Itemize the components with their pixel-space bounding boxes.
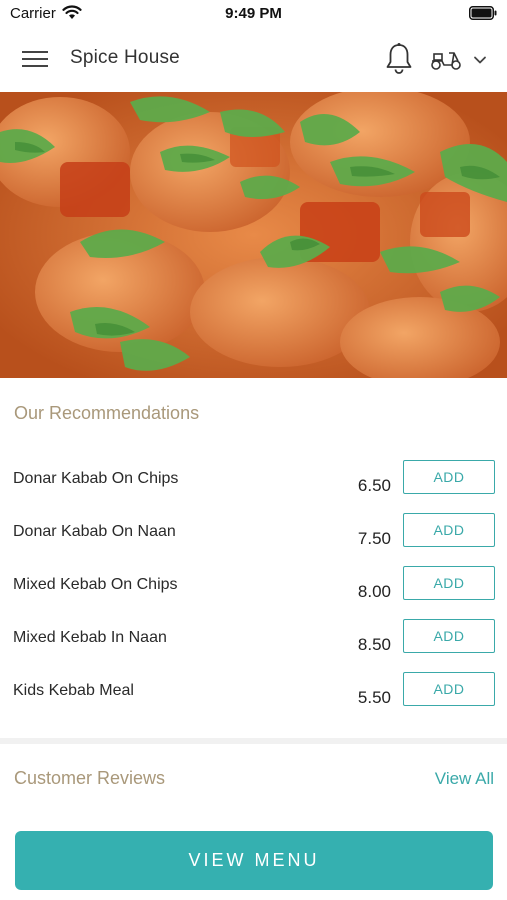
menu-item-row: Kids Kebab Meal 5.50 ADD	[0, 672, 507, 735]
item-price: 8.50	[357, 635, 391, 654]
status-time: 9:49 PM	[225, 5, 282, 22]
reviews-title: Customer Reviews	[14, 768, 166, 788]
item-name: Mixed Kebab In Naan	[13, 629, 167, 646]
item-price: 6.50	[357, 476, 391, 495]
recommendations-title: Our Recommendations	[14, 403, 200, 423]
item-price: 5.50	[357, 688, 391, 707]
battery-icon	[469, 6, 497, 20]
view-all-link[interactable]: View All	[435, 769, 494, 789]
page-title: Spice House	[70, 47, 180, 68]
add-button[interactable]: ADD	[403, 619, 495, 653]
bell-icon[interactable]	[384, 42, 414, 76]
status-bar: Carrier 9:49 PM	[0, 0, 507, 28]
section-divider	[0, 738, 507, 744]
hero-food-image	[0, 92, 507, 378]
item-price: 7.50	[357, 529, 391, 548]
scooter-icon[interactable]	[430, 46, 462, 72]
nav-bar: Spice House	[0, 28, 507, 92]
add-button[interactable]: ADD	[403, 460, 495, 494]
add-button[interactable]: ADD	[403, 672, 495, 706]
item-price: 8.00	[357, 582, 391, 601]
item-name: Donar Kabab On Naan	[13, 523, 176, 540]
add-button[interactable]: ADD	[403, 566, 495, 600]
item-name: Donar Kabab On Chips	[13, 470, 179, 487]
add-button[interactable]: ADD	[403, 513, 495, 547]
item-name: Kids Kebab Meal	[13, 682, 134, 699]
item-name: Mixed Kebab On Chips	[13, 576, 178, 593]
food-photo-illustration	[0, 92, 507, 378]
chevron-down-icon[interactable]	[472, 54, 488, 66]
menu-icon[interactable]	[22, 48, 48, 70]
view-menu-button[interactable]: VIEW MENU	[15, 831, 493, 890]
